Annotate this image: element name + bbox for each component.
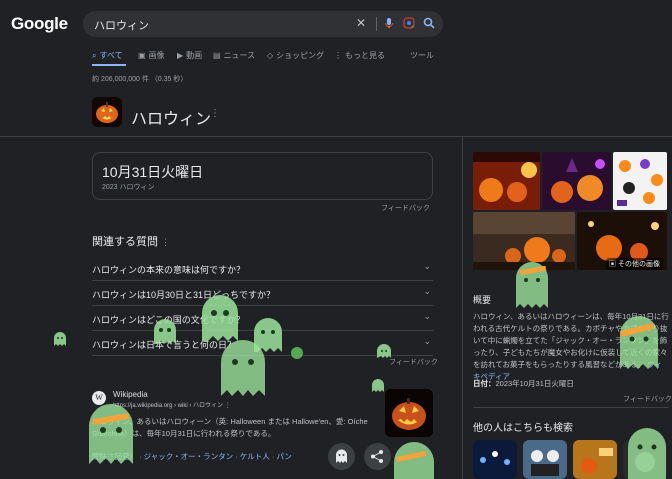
video-icon: ▶ xyxy=(177,51,184,60)
date-answer: 10月31日火曜日 xyxy=(102,164,204,180)
tools-button[interactable]: ツール xyxy=(410,50,434,61)
more-icon: ⋮ xyxy=(334,51,342,60)
news-icon: ▤ xyxy=(213,51,221,60)
feedback-link[interactable]: フィードバック xyxy=(623,394,672,404)
halloween-image[interactable] xyxy=(542,152,611,210)
ghost-icon xyxy=(372,379,384,392)
tab-news[interactable]: ▤ ニュース xyxy=(213,50,255,61)
chevron-down-icon: ⌄ xyxy=(423,311,431,321)
image-grid xyxy=(473,152,667,270)
ghost-icon xyxy=(516,262,548,308)
clear-icon[interactable]: ✕ xyxy=(354,16,368,30)
result-source[interactable]: Wikipedia xyxy=(113,390,148,399)
related-questions-title: 関連する質問 ⋮ xyxy=(92,233,170,249)
tab-all[interactable]: ⌕ すべて xyxy=(92,50,123,61)
ghost-icon xyxy=(89,404,133,464)
search-divider xyxy=(376,17,377,31)
date-caption: 2023 ハロウィン xyxy=(102,184,155,191)
image-icon: ▣ xyxy=(609,261,618,268)
halloween-image[interactable] xyxy=(613,152,667,210)
date-label: 日付： xyxy=(473,379,496,388)
more-options-icon[interactable]: ⋮ xyxy=(225,403,231,409)
halloween-image[interactable] xyxy=(473,152,540,210)
chevron-down-icon: ⌄ xyxy=(423,286,431,296)
active-tab-indicator xyxy=(92,64,126,66)
overview-date: 日付：2023年10月31日火曜日 xyxy=(473,378,574,389)
tab-label: 動画 xyxy=(186,51,203,60)
tab-shopping[interactable]: ◇ ショッピング xyxy=(267,50,324,61)
also-search-thumbnail[interactable] xyxy=(523,440,567,479)
search-icon[interactable] xyxy=(422,16,436,30)
ghost-icon xyxy=(254,318,282,352)
also-search-thumbnail[interactable] xyxy=(573,440,617,479)
ghost-orb-icon xyxy=(291,347,303,359)
tab-more[interactable]: ⋮ もっと見る xyxy=(334,50,385,61)
more-options-icon[interactable]: ⋮ xyxy=(210,108,220,119)
share-icon[interactable] xyxy=(364,443,391,470)
pumpkin-thumbnail[interactable] xyxy=(92,97,122,127)
ghost-game-button[interactable] xyxy=(328,443,355,470)
entity-title: ハロウィン xyxy=(131,111,212,128)
ghost-icon xyxy=(154,319,176,344)
chevron-down-icon: ⌄ xyxy=(423,261,431,271)
ghost-icon xyxy=(394,442,434,479)
ghost-icon xyxy=(628,428,666,479)
overview-title: 概要 xyxy=(473,295,492,305)
search-input[interactable]: ハロウィン xyxy=(94,17,149,33)
ghost-icon xyxy=(54,332,66,346)
google-logo[interactable]: Google xyxy=(11,14,68,34)
tab-label: もっと見る xyxy=(345,51,385,60)
panel-section-divider xyxy=(473,407,669,408)
feedback-link[interactable]: フィードバック xyxy=(381,203,430,213)
ghost-icon xyxy=(377,344,391,358)
more-images-label: その他の画像 xyxy=(617,261,660,268)
more-images-button[interactable]: ▣ その他の画像 xyxy=(606,258,663,270)
chevron-down-icon: ⌄ xyxy=(423,336,431,346)
tab-label: ショッピング xyxy=(276,51,325,60)
tab-label: ニュース xyxy=(223,51,256,60)
ghost-icon xyxy=(619,316,658,369)
also-search-thumbnail[interactable] xyxy=(473,440,517,479)
date-value: 2023年10月31日火曜日 xyxy=(495,379,574,388)
tab-label: 画像 xyxy=(148,51,165,60)
tab-images[interactable]: ▣ 画像 xyxy=(138,50,165,61)
header-divider xyxy=(0,136,672,137)
question-text: ハロウィンの本来の意味は何ですか？ xyxy=(92,265,246,275)
search-icon: ⌕ xyxy=(92,51,97,60)
result-stats: 約 206,000,000 件 （0.35 秒） xyxy=(92,76,188,83)
feedback-link[interactable]: フィードバック xyxy=(389,357,438,367)
microphone-icon[interactable] xyxy=(382,16,396,30)
search-bar[interactable]: ハロウィン ✕ xyxy=(83,11,443,37)
people-also-search-title: 他の人はこちらも検索 xyxy=(473,423,573,434)
more-options-icon[interactable]: ⋮ xyxy=(161,237,170,247)
tab-label: すべて xyxy=(99,51,123,60)
tab-videos[interactable]: ▶ 動画 xyxy=(177,50,202,61)
panel-divider xyxy=(462,137,463,479)
ghost-icon xyxy=(202,295,238,341)
result-thumbnail[interactable] xyxy=(385,389,433,437)
image-icon: ▣ xyxy=(138,51,146,60)
related-questions-label: 関連する質問 xyxy=(92,236,158,248)
related-question[interactable]: ハロウィンは10月30日と31日どっちですか？ ⌄ xyxy=(92,281,433,306)
camera-lens-icon[interactable] xyxy=(402,16,416,30)
tag-icon: ◇ xyxy=(267,51,274,60)
related-question[interactable]: ハロウィンの本来の意味は何ですか？ ⌄ xyxy=(92,256,433,281)
date-answer-card: 10月31日火曜日 2023 ハロウィン xyxy=(92,152,433,200)
question-text: ハロウィンは10月30日と31日どっちですか？ xyxy=(92,290,276,300)
